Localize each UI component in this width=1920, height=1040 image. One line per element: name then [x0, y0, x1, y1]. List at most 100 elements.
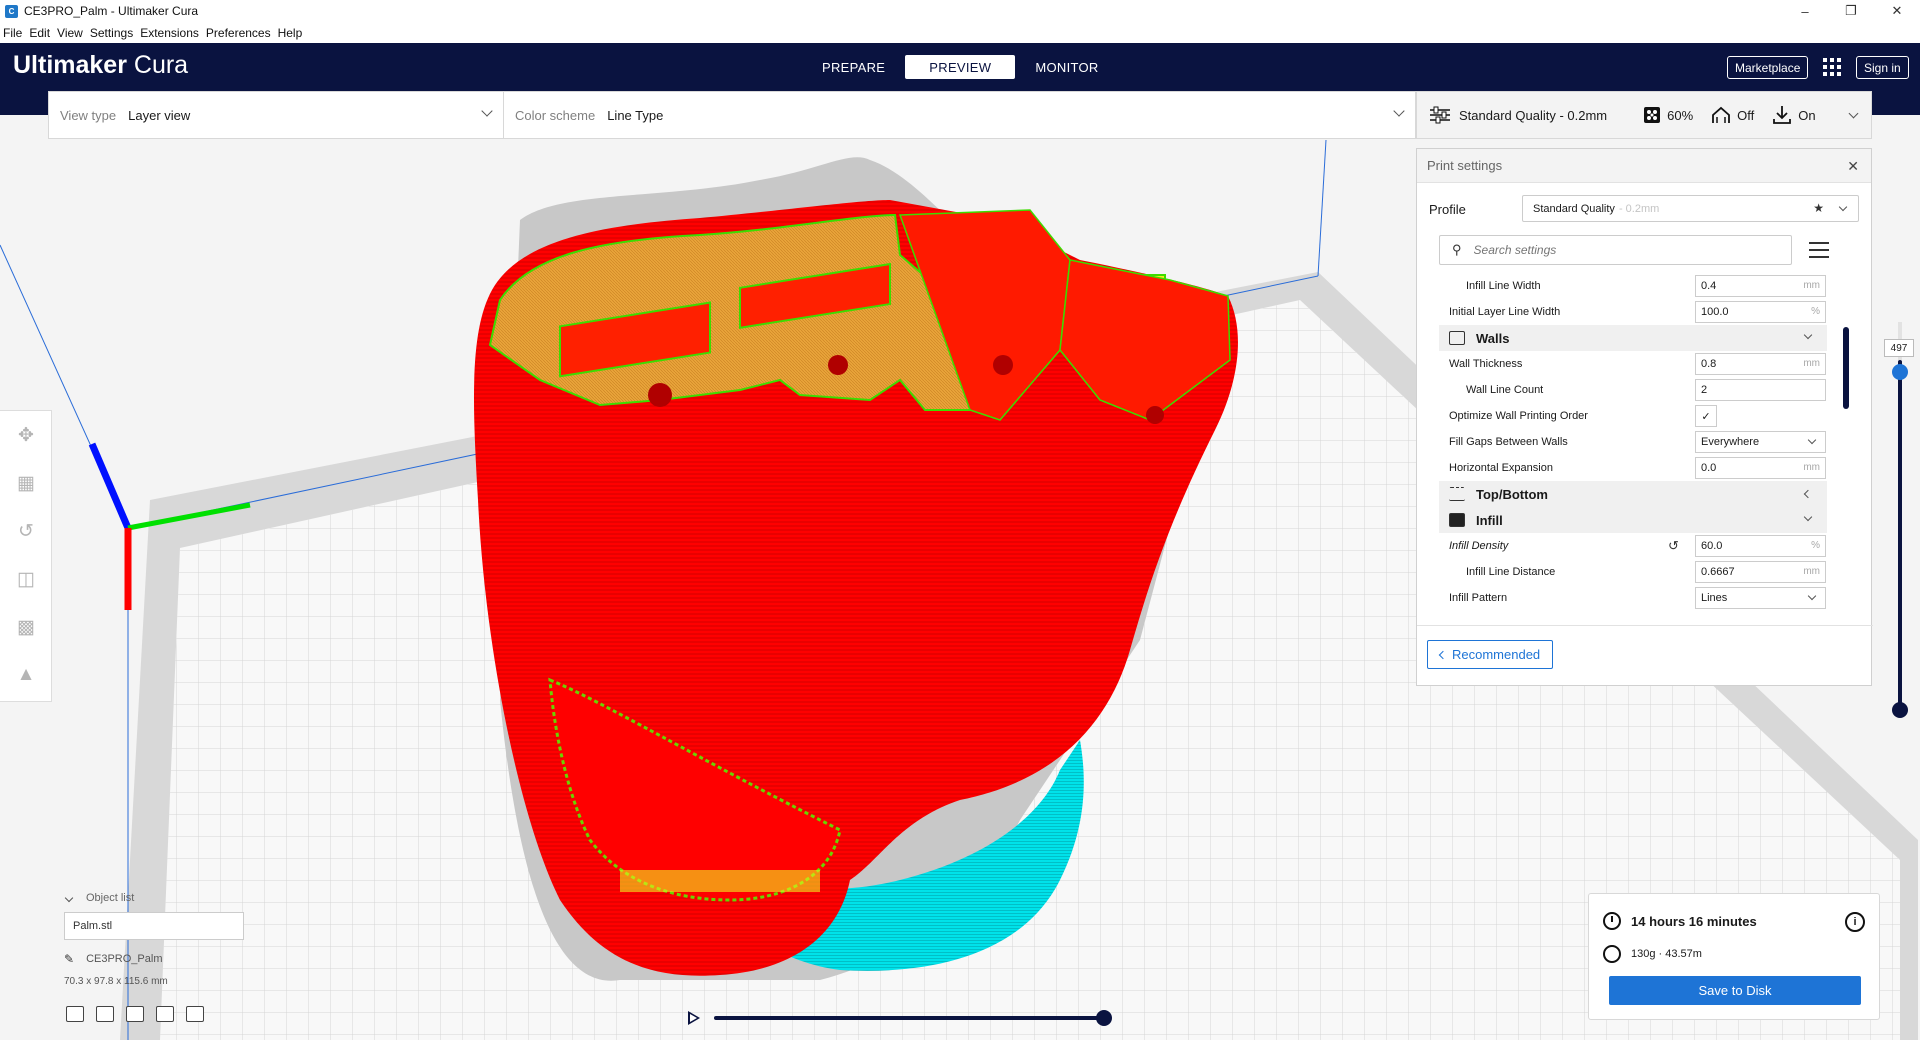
view-left-icon[interactable] [156, 1006, 174, 1022]
per-model-settings-icon[interactable]: ▩ [0, 603, 52, 651]
setting-checkbox[interactable]: ✓ [1695, 405, 1717, 427]
tab-monitor[interactable]: MONITOR [1015, 55, 1118, 79]
save-to-disk-button[interactable]: Save to Disk [1609, 976, 1861, 1005]
setting-row: Infill Line Distance 0.6667 mm [1429, 559, 1857, 585]
menu-file[interactable]: File [3, 26, 22, 40]
setting-value: 60.0 [1701, 540, 1723, 552]
setting-dropdown[interactable]: Everywhere [1695, 431, 1826, 453]
setting-dropdown[interactable]: Lines [1695, 587, 1826, 609]
setting-row: Horizontal Expansion 0.0 mm [1429, 455, 1857, 481]
setting-row: Wall Thickness 0.8 mm [1429, 351, 1857, 377]
mirror-icon[interactable]: ◫ [0, 555, 52, 603]
layer-slider-bottom-handle[interactable] [1892, 702, 1908, 718]
setting-input[interactable]: 100.0% [1695, 301, 1826, 323]
sign-in-button[interactable]: Sign in [1856, 56, 1909, 79]
setting-input[interactable]: 0.8 mm [1695, 353, 1826, 375]
menu-help[interactable]: Help [278, 26, 303, 40]
play-icon[interactable] [688, 1011, 700, 1025]
category-infill[interactable]: Infill [1439, 507, 1827, 533]
menu-edit[interactable]: Edit [29, 26, 50, 40]
setting-input[interactable]: 0.0 mm [1695, 457, 1826, 479]
menu-view[interactable]: View [57, 26, 83, 40]
setting-name: Fill Gaps Between Walls [1449, 436, 1568, 448]
scale-icon[interactable]: ▦ [0, 459, 52, 507]
job-name[interactable]: CE3PRO_Palm [86, 953, 162, 965]
cura-app-icon: C [5, 4, 18, 18]
print-time: 14 hours 16 minutes [1631, 913, 1757, 929]
view-front-icon[interactable] [96, 1006, 114, 1022]
menu-preferences[interactable]: Preferences [206, 26, 271, 40]
menu-settings[interactable]: Settings [90, 26, 133, 40]
print-setup-selector[interactable]: Standard Quality - 0.2mm 60% Off On [1416, 91, 1872, 139]
path-slider-track[interactable] [714, 1016, 1104, 1020]
object-list-toggle[interactable]: Object list [62, 892, 134, 904]
maximize-button[interactable]: ❐ [1828, 0, 1874, 22]
stage-tabs: PREPARE PREVIEW MONITOR [802, 55, 1119, 79]
marketplace-button[interactable]: Marketplace [1727, 56, 1809, 79]
apps-grid-icon[interactable] [1823, 58, 1841, 76]
info-icon[interactable]: i [1845, 912, 1865, 932]
chevron-down-icon [1803, 512, 1813, 522]
setting-name: Infill Line Distance [1466, 566, 1556, 578]
settings-menu-icon[interactable] [1809, 242, 1829, 258]
profile-select[interactable]: Standard Quality - 0.2mm ★ [1522, 195, 1859, 222]
layer-number-field[interactable]: 497 [1884, 339, 1914, 357]
layer-slider-top-handle[interactable] [1892, 364, 1908, 380]
close-icon[interactable]: ✕ [1847, 158, 1859, 175]
tab-preview[interactable]: PREVIEW [905, 55, 1016, 79]
reset-icon[interactable]: ↺ [1668, 538, 1679, 554]
infill-value: 60% [1667, 107, 1694, 123]
minimize-button[interactable]: – [1782, 0, 1828, 22]
setting-name: Infill Density [1449, 540, 1509, 552]
tab-prepare[interactable]: PREPARE [802, 55, 905, 79]
setting-value: 0.8 [1701, 358, 1717, 370]
chevron-down-icon [1803, 330, 1813, 340]
setting-input[interactable]: 0.6667 mm [1695, 561, 1826, 583]
model-hole [993, 355, 1013, 375]
brand-light: Cura [126, 51, 189, 79]
layer-slider[interactable]: 497 [1882, 320, 1918, 720]
print-settings-header: Print settings ✕ [1417, 149, 1871, 183]
menu-extensions[interactable]: Extensions [140, 26, 199, 40]
chevron-down-icon [1393, 105, 1405, 117]
setting-input[interactable]: 2 [1695, 379, 1826, 401]
recommended-label: Recommended [1452, 647, 1541, 662]
setting-unit: mm [1803, 280, 1820, 291]
color-scheme-select[interactable]: Color scheme Line Type [504, 92, 1415, 138]
setting-unit: % [1811, 306, 1820, 317]
window-title: CE3PRO_Palm - Ultimaker Cura [24, 4, 199, 18]
top-bottom-icon [1449, 487, 1465, 501]
setting-unit: mm [1803, 358, 1820, 369]
close-window-button[interactable]: ✕ [1874, 0, 1920, 22]
view-3d-icon[interactable] [66, 1006, 84, 1022]
print-time-row: 14 hours 16 minutes [1603, 912, 1757, 930]
bbox-line [1317, 139, 1327, 277]
support-blocker-icon[interactable]: ▲ [0, 651, 52, 699]
search-settings-field[interactable]: ⚲ [1439, 235, 1792, 265]
star-icon[interactable]: ★ [1813, 201, 1824, 215]
print-info-card: 14 hours 16 minutes i 130g · 43.57m Save… [1588, 893, 1880, 1020]
setting-unit: % [1811, 540, 1820, 551]
layer-slider-track[interactable] [1898, 360, 1902, 712]
setting-input[interactable]: 0.4 mm [1695, 275, 1826, 297]
view-type-value: Layer view [128, 107, 191, 123]
support-value: Off [1737, 107, 1755, 123]
search-icon: ⚲ [1452, 242, 1462, 257]
setting-input[interactable]: 60.0% [1695, 535, 1826, 557]
search-input[interactable] [1473, 243, 1754, 257]
pencil-icon[interactable]: ✎ [64, 952, 74, 966]
view-top-icon[interactable] [126, 1006, 144, 1022]
chevron-down-icon [1807, 435, 1817, 445]
infill-icon [1449, 513, 1465, 527]
view-right-icon[interactable] [186, 1006, 204, 1022]
rotate-icon[interactable]: ↺ [0, 507, 52, 555]
view-type-select[interactable]: View type Layer view [49, 92, 504, 138]
category-top-bottom[interactable]: Top/Bottom [1439, 481, 1827, 507]
path-slider-handle[interactable] [1096, 1010, 1112, 1026]
category-walls[interactable]: Walls [1439, 325, 1827, 351]
setting-name: Wall Thickness [1449, 358, 1523, 370]
settings-scrollbar[interactable] [1843, 327, 1849, 409]
object-list-item[interactable]: Palm.stl [64, 912, 244, 940]
move-icon[interactable]: ✥ [0, 411, 52, 459]
recommended-button[interactable]: Recommended [1427, 640, 1554, 669]
